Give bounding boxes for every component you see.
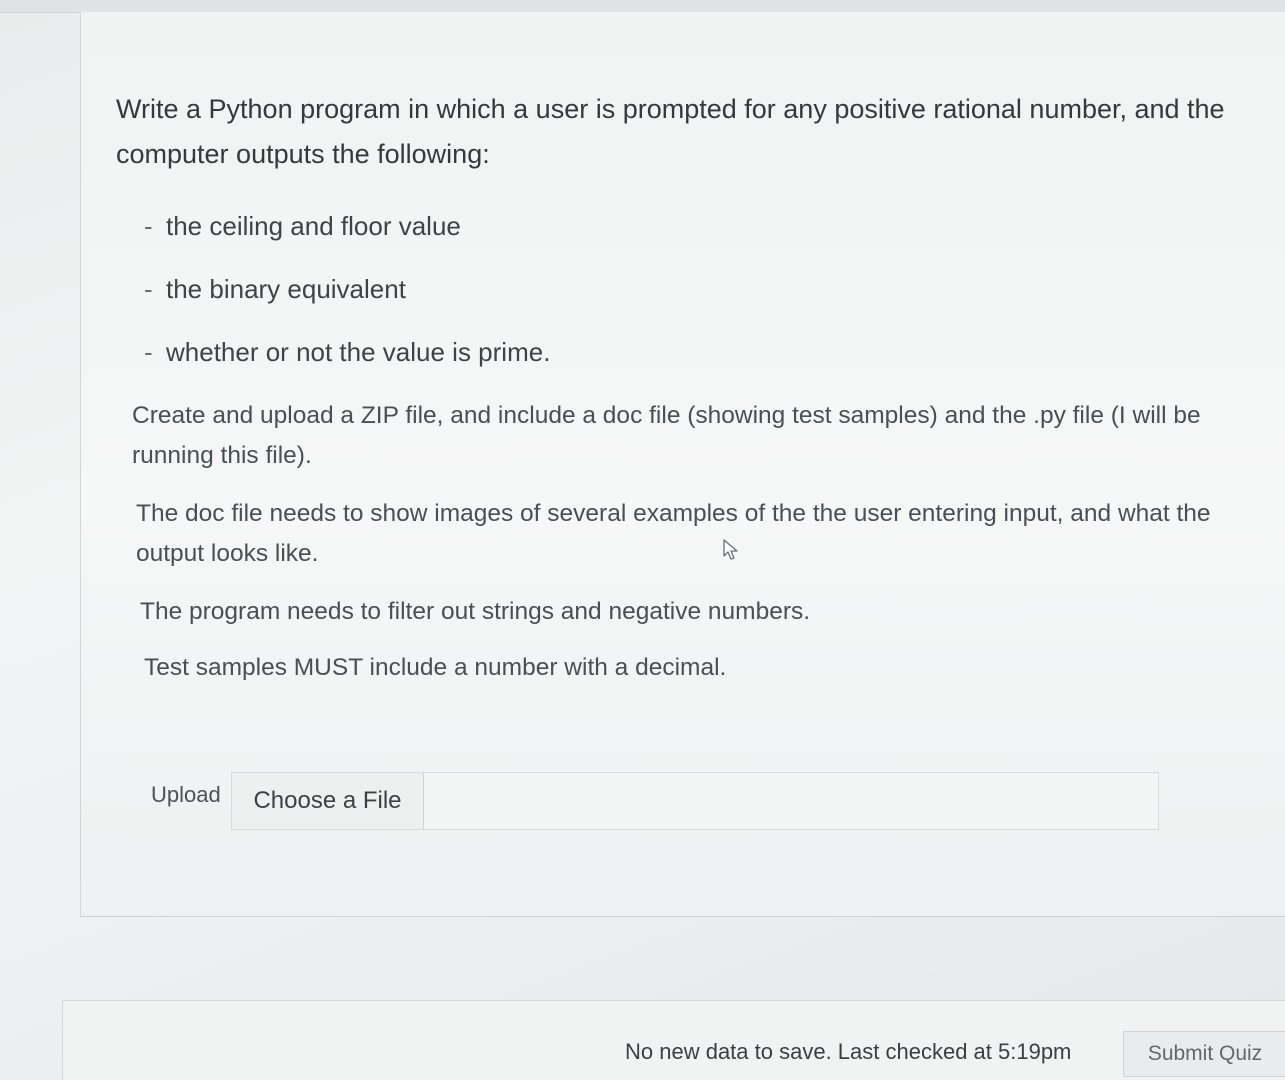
instruction-test-samples: Test samples MUST include a number with … xyxy=(144,654,727,681)
upload-row: Upload Choose a File xyxy=(151,772,1241,832)
requirement-text: the ceiling and floor value xyxy=(166,211,461,241)
requirement-list: - the ceiling and floor value - the binary… xyxy=(116,195,1246,384)
bullet-dash: - xyxy=(144,274,153,304)
mouse-pointer-icon xyxy=(723,539,738,560)
requirement-text: the binary equivalent xyxy=(166,274,406,304)
bullet-dash: - xyxy=(144,211,153,241)
upload-label: Upload xyxy=(151,782,221,807)
requirement-text: whether or not the value is prime. xyxy=(166,337,551,367)
bullet-dash: - xyxy=(144,337,153,367)
question-intro: Write a Python program in which a user i… xyxy=(116,94,1225,169)
file-upload-field[interactable]: Choose a File xyxy=(231,772,1159,830)
question-body: Write a Python program in which a user i… xyxy=(116,87,1246,688)
save-status-text: No new data to save. Last checked at 5:1… xyxy=(625,1039,1072,1064)
question-panel: Write a Python program in which a user i… xyxy=(80,12,1285,917)
requirement-item: - whether or not the value is prime. xyxy=(144,321,1246,384)
requirement-item: - the binary equivalent xyxy=(144,258,1246,321)
instruction-zip-upload: Create and upload a ZIP file, and includ… xyxy=(132,402,1201,469)
quiz-footer: No new data to save. Last checked at 5:1… xyxy=(62,1000,1285,1080)
instruction-filter: The program needs to filter out strings … xyxy=(140,598,811,625)
requirement-item: - the ceiling and floor value xyxy=(144,195,1246,258)
instruction-doc-file: The doc file needs to show images of sev… xyxy=(136,500,1211,567)
submit-quiz-button[interactable]: Submit Quiz xyxy=(1123,1031,1285,1077)
choose-file-button[interactable]: Choose a File xyxy=(232,773,424,829)
